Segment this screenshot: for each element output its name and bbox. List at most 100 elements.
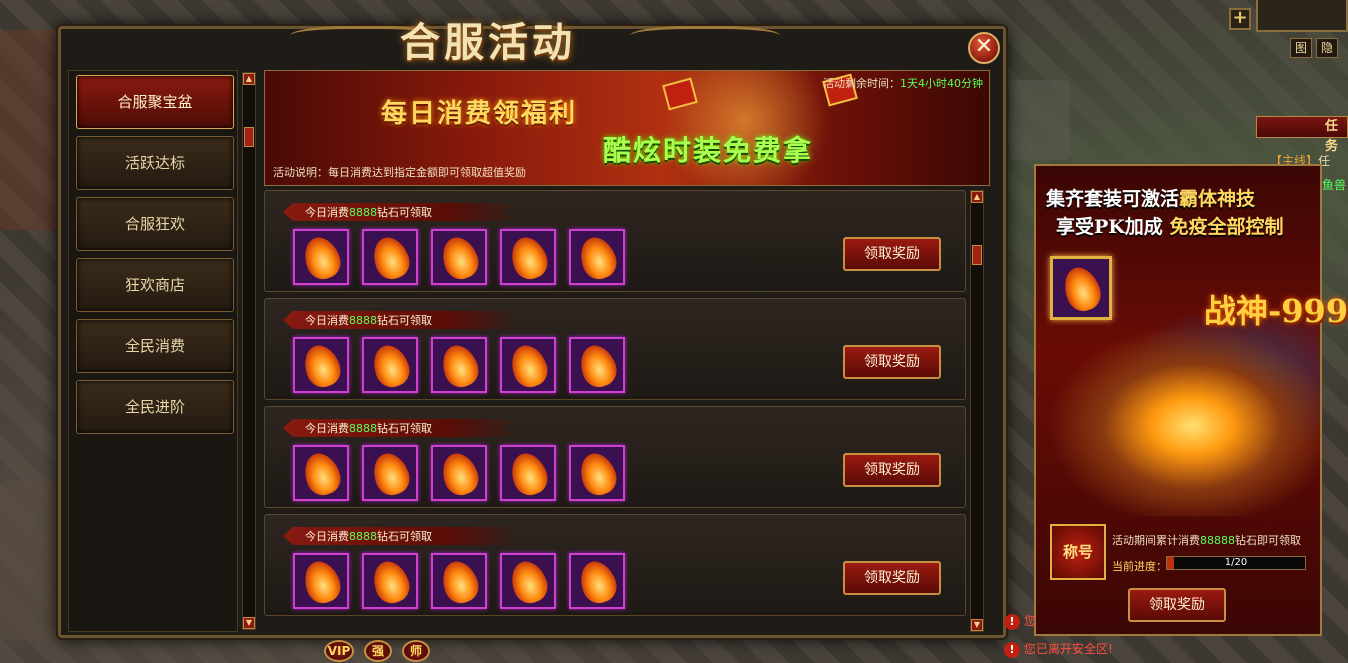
gem-icon <box>505 232 553 284</box>
reward-item-slot[interactable] <box>431 337 487 393</box>
reward-item-slot[interactable] <box>500 229 556 285</box>
map-button[interactable]: 图 <box>1290 38 1312 58</box>
scroll-thumb[interactable] <box>972 245 982 265</box>
req-suffix: 钻石可领取 <box>377 314 432 327</box>
reward-row: 今日消费8888钻石可领取领取奖励 <box>264 190 966 292</box>
nav-item-shop[interactable]: 狂欢商店 <box>76 258 234 312</box>
nav-scrollbar[interactable]: ▲ ▼ <box>242 72 256 630</box>
req-amount: 8888 <box>349 206 377 219</box>
promo-text: 集齐套装可激活 <box>1046 188 1180 210</box>
gem-icon <box>367 448 415 500</box>
reward-row: 今日消费8888钻石可领取领取奖励 <box>264 514 966 616</box>
promo-line-2: 享受PK加成 免疫全部控制 <box>1056 212 1283 239</box>
reward-item-slot[interactable] <box>1050 256 1112 320</box>
title-ornament-right <box>630 26 780 50</box>
reward-item-slot[interactable] <box>500 337 556 393</box>
reward-item-slot[interactable] <box>569 553 625 609</box>
title-promo-panel: 集齐套装可激活霸体神技 享受PK加成 免疫全部控制 战神-999 称号 活动期间… <box>1034 164 1348 636</box>
req-suffix: 钻石可领取 <box>377 206 432 219</box>
gem-icon <box>1058 262 1106 316</box>
gem-icon <box>298 340 346 392</box>
close-button[interactable]: ✕ <box>968 32 1000 64</box>
promo-highlight: 霸体神技 <box>1179 188 1256 210</box>
claim-reward-button[interactable]: 领取奖励 <box>843 345 941 379</box>
reward-item-slot[interactable] <box>569 229 625 285</box>
req-amount: 8888 <box>349 314 377 327</box>
reward-row: 今日消费8888钻石可领取领取奖励 <box>264 298 966 400</box>
reward-item-slot[interactable] <box>362 553 418 609</box>
reward-item-slot[interactable] <box>293 445 349 501</box>
warning-icon: ! <box>1004 641 1020 658</box>
reward-item-slot[interactable] <box>431 229 487 285</box>
gem-icon <box>298 556 346 608</box>
reward-item-slot[interactable] <box>293 229 349 285</box>
promo-highlight: 免疫全部控制 <box>1169 216 1284 238</box>
close-icon: ✕ <box>974 34 994 59</box>
gem-icon <box>298 448 346 500</box>
reward-item-slot[interactable] <box>293 553 349 609</box>
req-amount: 8888 <box>349 530 377 543</box>
gem-icon <box>574 448 622 500</box>
nav-item-kuanghuan[interactable]: 合服狂欢 <box>76 197 234 251</box>
list-scrollbar[interactable]: ▲ ▼ <box>970 190 984 632</box>
scroll-up-icon[interactable]: ▲ <box>243 73 255 85</box>
claim-reward-button[interactable]: 领取奖励 <box>843 453 941 487</box>
reward-item-slot[interactable] <box>569 445 625 501</box>
hide-button[interactable]: 隐 <box>1316 38 1338 58</box>
gem-icon <box>574 556 622 608</box>
nav-item-xiaofei[interactable]: 全民消费 <box>76 319 234 373</box>
req-prefix: 活动期间累计消费 <box>1112 534 1200 547</box>
progress-text: 1/20 <box>1224 557 1248 568</box>
reward-item-slot[interactable] <box>362 445 418 501</box>
reward-item-slot[interactable] <box>500 445 556 501</box>
scroll-up-icon[interactable]: ▲ <box>971 191 983 203</box>
vip-button[interactable]: VIP <box>324 640 354 662</box>
scroll-down-icon[interactable]: ▼ <box>971 619 983 631</box>
system-message: ! 您已离开安全区! <box>1004 639 1344 659</box>
task-line[interactable]: 鱼兽 <box>1322 176 1346 193</box>
nav-item-huoyue[interactable]: 活跃达标 <box>76 136 234 190</box>
claim-reward-button[interactable]: 领取奖励 <box>843 237 941 271</box>
gem-icon <box>436 340 484 392</box>
master-button[interactable]: 师 <box>402 640 430 662</box>
nav-item-jubaopen[interactable]: 合服聚宝盆 <box>76 75 234 129</box>
window-title: 合服活动 <box>400 19 576 66</box>
strengthen-button[interactable]: 强 <box>364 640 392 662</box>
reward-item-slot[interactable] <box>362 229 418 285</box>
gem-icon <box>436 232 484 284</box>
reward-item-slot[interactable] <box>569 337 625 393</box>
task-text: 鱼兽 <box>1322 178 1347 192</box>
gem-icon <box>436 448 484 500</box>
hero-artwork <box>1036 316 1320 516</box>
scroll-thumb[interactable] <box>244 127 254 147</box>
scroll-down-icon[interactable]: ▼ <box>243 617 255 629</box>
req-prefix: 今日消费 <box>305 314 349 327</box>
claim-reward-button[interactable]: 领取奖励 <box>843 561 941 595</box>
background-building <box>0 30 60 230</box>
background-pillar <box>1010 80 1070 160</box>
gem-icon <box>574 340 622 392</box>
minimap-expand-button[interactable]: + <box>1229 8 1251 30</box>
reward-requirement: 今日消费8888钻石可领取 <box>305 420 432 436</box>
reward-item-slot[interactable] <box>362 337 418 393</box>
background-statue <box>0 480 58 640</box>
reward-item-slot[interactable] <box>293 337 349 393</box>
task-panel-header[interactable]: 任务 <box>1256 116 1348 154</box>
reward-requirement: 今日消费8888钻石可领取 <box>305 204 432 220</box>
title-badge-icon[interactable]: 称号 <box>1050 524 1106 580</box>
reward-item-slot[interactable] <box>431 553 487 609</box>
progress-bar: 1/20 <box>1166 556 1306 570</box>
reward-requirement: 今日消费8888钻石可领取 <box>305 528 432 544</box>
req-amount: 8888 <box>349 422 377 435</box>
reward-item-slot[interactable] <box>431 445 487 501</box>
event-description: 活动说明：每日消费达到指定金额即可领取超值奖励 <box>273 166 526 179</box>
timer-value: 1天4小时40分钟 <box>900 77 983 90</box>
req-prefix: 今日消费 <box>305 206 349 219</box>
game-scene: + 图 隐 任务 【主线】任 鱼兽 合服活动 ✕ 合服聚宝盆 活跃达标 合服狂欢… <box>0 0 1348 663</box>
minimap-frame[interactable] <box>1256 0 1348 32</box>
message-text: 您 <box>1024 614 1037 628</box>
reward-item-slot[interactable] <box>500 553 556 609</box>
reward-list: 今日消费8888钻石可领取 领取奖励 今日消费8888钻石可领取 领取奖励 今日消费88… <box>264 190 968 632</box>
nav-item-jinjie[interactable]: 全民进阶 <box>76 380 234 434</box>
gem-icon <box>505 448 553 500</box>
